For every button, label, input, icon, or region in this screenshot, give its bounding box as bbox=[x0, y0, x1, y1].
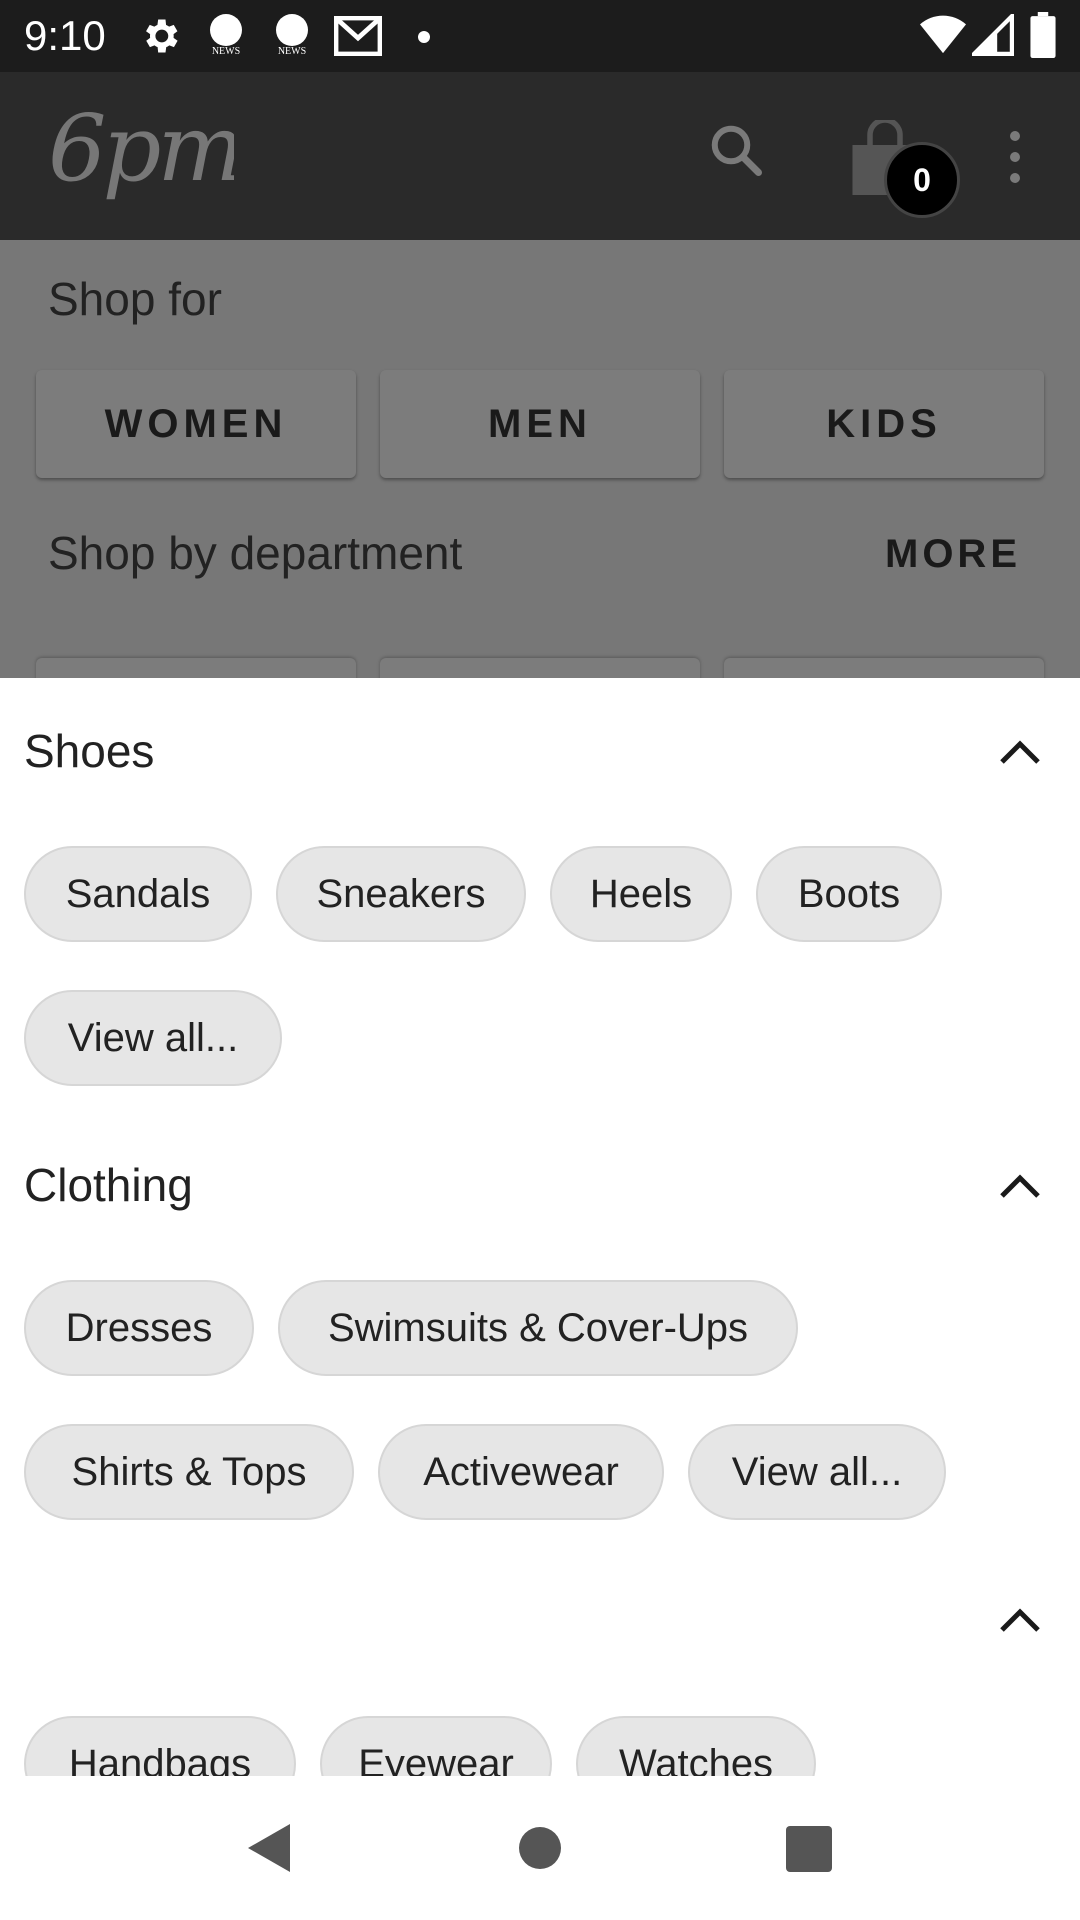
home-icon[interactable] bbox=[519, 1827, 561, 1869]
department-card[interactable] bbox=[724, 658, 1044, 678]
background-page[interactable]: Shop for WOMEN MEN KIDS Shop by departme… bbox=[0, 240, 1080, 678]
shop-by-department-heading: Shop by department bbox=[48, 527, 463, 579]
wifi-icon bbox=[920, 15, 966, 54]
back-icon[interactable] bbox=[244, 1822, 292, 1874]
kids-button[interactable]: KIDS bbox=[724, 370, 1044, 478]
chip-eyewear[interactable]: Eyewear bbox=[320, 1716, 552, 1776]
gear-icon bbox=[146, 19, 178, 53]
chip-boots[interactable]: Boots bbox=[756, 846, 942, 942]
battery-icon bbox=[1030, 12, 1056, 58]
search-icon[interactable] bbox=[706, 120, 766, 180]
abc-news-icon: NEWS bbox=[272, 14, 312, 60]
logo[interactable]: 6pm bbox=[44, 94, 234, 214]
chip-heels[interactable]: Heels bbox=[550, 846, 732, 942]
women-button[interactable]: WOMEN bbox=[36, 370, 356, 478]
status-time: 9:10 bbox=[24, 12, 106, 59]
chip-handbags[interactable]: Handbags bbox=[24, 1716, 296, 1776]
chip-sneakers[interactable]: Sneakers bbox=[276, 846, 526, 942]
cart-count-badge[interactable]: 0 bbox=[884, 142, 960, 218]
dot-icon bbox=[418, 31, 430, 43]
svg-text:6pm: 6pm bbox=[48, 95, 234, 202]
more-vert-icon[interactable] bbox=[990, 130, 1040, 184]
section-title-shoes: Shoes bbox=[24, 725, 155, 777]
chip-shirts-tops[interactable]: Shirts & Tops bbox=[24, 1424, 354, 1520]
chip-activewear[interactable]: Activewear bbox=[378, 1424, 664, 1520]
status-bar: 9:10 NEWS NEWS bbox=[0, 0, 1080, 72]
chevron-up-icon[interactable] bbox=[996, 1602, 1044, 1636]
chip-dresses[interactable]: Dresses bbox=[24, 1280, 254, 1376]
chip-view-all-shoes[interactable]: View all... bbox=[24, 990, 282, 1086]
signal-icon bbox=[972, 14, 1014, 56]
men-button[interactable]: MEN bbox=[380, 370, 700, 478]
category-bottom-sheet: Shoes Sandals Sneakers Heels Boots View … bbox=[0, 678, 1080, 1776]
gmail-icon bbox=[334, 16, 382, 56]
chip-sandals[interactable]: Sandals bbox=[24, 846, 252, 942]
navigation-bar bbox=[0, 1776, 1080, 1920]
recents-icon[interactable] bbox=[786, 1826, 832, 1872]
abc-news-icon: NEWS bbox=[206, 14, 246, 60]
more-button[interactable]: MORE bbox=[885, 532, 1021, 577]
department-card[interactable] bbox=[380, 658, 700, 678]
chevron-up-icon[interactable] bbox=[996, 1168, 1044, 1202]
chip-watches[interactable]: Watches bbox=[576, 1716, 816, 1776]
chip-swimsuits[interactable]: Swimsuits & Cover-Ups bbox=[278, 1280, 798, 1376]
chip-view-all-clothing[interactable]: View all... bbox=[688, 1424, 946, 1520]
department-card[interactable] bbox=[36, 658, 356, 678]
shop-for-heading: Shop for bbox=[48, 273, 222, 325]
section-title-clothing: Clothing bbox=[24, 1159, 193, 1211]
chevron-up-icon[interactable] bbox=[996, 734, 1044, 768]
